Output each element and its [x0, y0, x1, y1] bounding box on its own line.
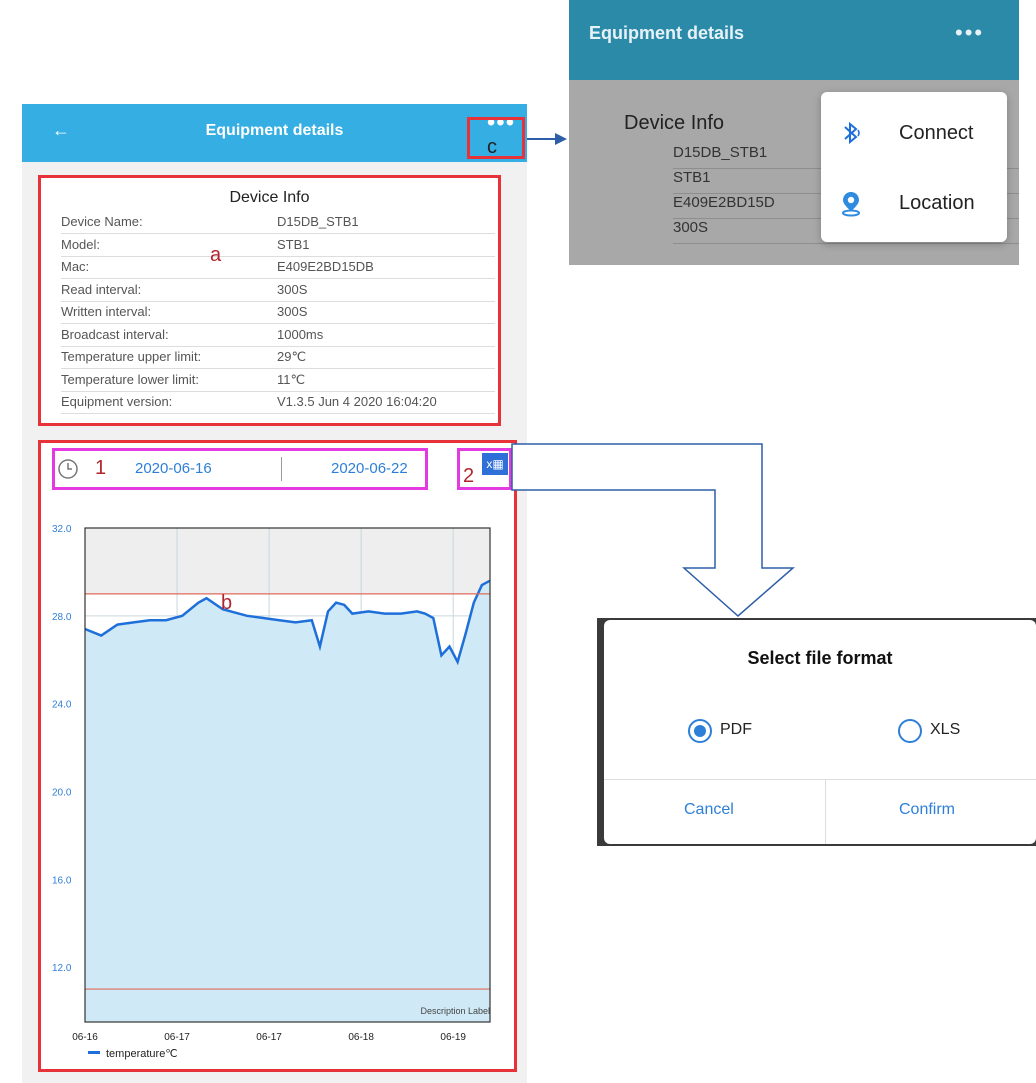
overflow-menu: Connect Location — [821, 92, 1007, 242]
popup-more-icon[interactable]: ••• — [955, 20, 984, 46]
radio-label-pdf: PDF — [720, 721, 752, 738]
popup-app-bar: Equipment details ••• — [569, 0, 1019, 80]
dialog-title: Select file format — [747, 648, 893, 668]
bluetooth-icon — [844, 121, 860, 145]
dialog-button-divider — [825, 780, 826, 844]
menu-item-location[interactable]: Location — [821, 167, 1007, 237]
menu-item-connect[interactable]: Connect — [821, 97, 1007, 167]
arrow-to-dialog — [511, 443, 795, 617]
dialog-divider — [604, 779, 1036, 780]
cancel-button[interactable]: Cancel — [684, 801, 734, 819]
radio-label-xls: XLS — [930, 721, 961, 738]
popup-device-info-heading: Device Info — [624, 112, 725, 134]
popup-page-title: Equipment details — [589, 23, 745, 43]
file-format-dialog: Select file format PDF XLS Cancel Confir… — [604, 620, 1036, 844]
confirm-button[interactable]: Confirm — [899, 801, 955, 819]
dialog-backdrop: Select file format PDF XLS Cancel Confir… — [597, 618, 1036, 846]
menu-label-connect: Connect — [899, 122, 974, 144]
location-pin-icon — [842, 192, 860, 217]
radio-xls[interactable] — [898, 719, 922, 743]
menu-label-location: Location — [899, 192, 975, 214]
arrow-head-to-popup — [555, 133, 567, 145]
radio-pdf[interactable] — [688, 719, 712, 743]
